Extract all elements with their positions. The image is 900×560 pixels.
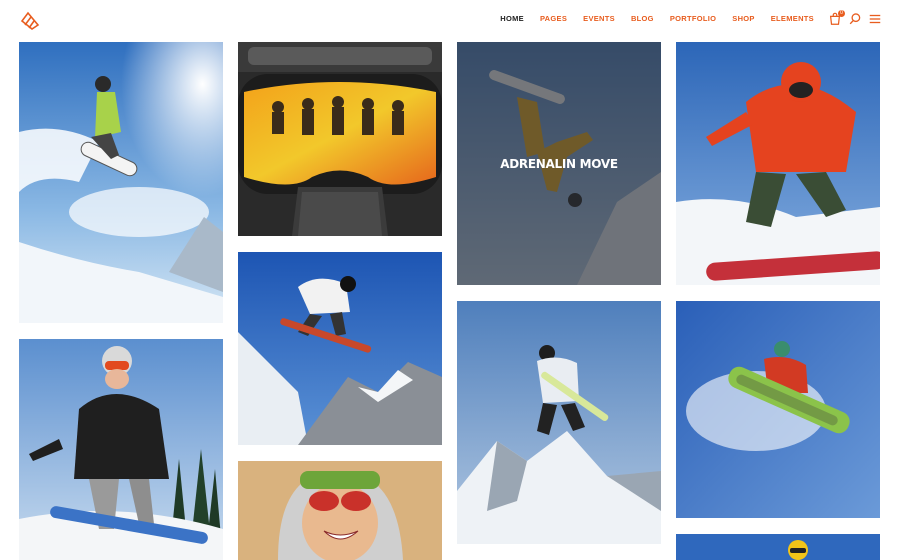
search-icon <box>849 13 861 25</box>
gallery-tile-snowboarder-mid-air[interactable] <box>238 252 442 445</box>
gallery-tile-adrenalin-move-jump[interactable]: ADRENALIN MOVE <box>457 42 661 285</box>
nav-pages[interactable]: PAGES <box>540 14 567 23</box>
gallery-tile-red-jacket-snowboarder[interactable] <box>676 42 880 285</box>
cart-count-badge: 0 <box>838 10 845 17</box>
snowboarder-mid-air-image <box>238 252 442 445</box>
site-header: HOME PAGES EVENTS BLOG PORTFOLIO SHOP EL… <box>0 0 900 42</box>
snowboarder-green-board-image <box>676 301 880 518</box>
tile-title[interactable]: ADRENALIN MOVE <box>500 157 618 171</box>
gallery-tile-snowboarder-helmet-riding[interactable] <box>19 339 223 560</box>
nav-shop[interactable]: SHOP <box>732 14 754 23</box>
snowboarder-yellow-helmet-image <box>676 534 880 560</box>
gallery-tile-snowboarder-yellow-helmet[interactable] <box>676 534 880 560</box>
gallery-tile-snowboarder-sunburst[interactable] <box>19 42 223 323</box>
logo-icon[interactable] <box>20 11 40 31</box>
gallery-tile-snowboarder-green-board[interactable] <box>676 301 880 518</box>
gallery-tile-ski-goggles-reflection[interactable] <box>238 42 442 236</box>
ski-goggles-reflection-image <box>238 42 442 236</box>
red-jacket-snowboarder-image <box>676 42 880 285</box>
header-icons: 0 <box>822 10 884 30</box>
menu-icon <box>869 14 881 24</box>
nav-home[interactable]: HOME <box>500 14 524 23</box>
nav-portfolio[interactable]: PORTFOLIO <box>670 14 716 23</box>
nav-elements[interactable]: ELEMENTS <box>771 14 814 23</box>
nav-blog[interactable]: BLOG <box>631 14 654 23</box>
snowboarder-helmet-riding-image <box>19 339 223 560</box>
woman-red-goggles-image <box>238 461 442 560</box>
menu-button[interactable] <box>868 12 884 28</box>
search-button[interactable] <box>848 12 864 28</box>
nav-events[interactable]: EVENTS <box>583 14 615 23</box>
snowboarder-white-jacket-image <box>457 301 661 544</box>
snowboarder-sunburst-image <box>19 42 223 323</box>
cart-button[interactable]: 0 <box>828 10 845 28</box>
gallery-tile-woman-red-goggles[interactable] <box>238 461 442 560</box>
hover-overlay: ADRENALIN MOVE <box>457 42 661 285</box>
main-nav: HOME PAGES EVENTS BLOG PORTFOLIO SHOP EL… <box>484 14 814 23</box>
gallery-tile-snowboarder-white-jacket[interactable] <box>457 301 661 544</box>
